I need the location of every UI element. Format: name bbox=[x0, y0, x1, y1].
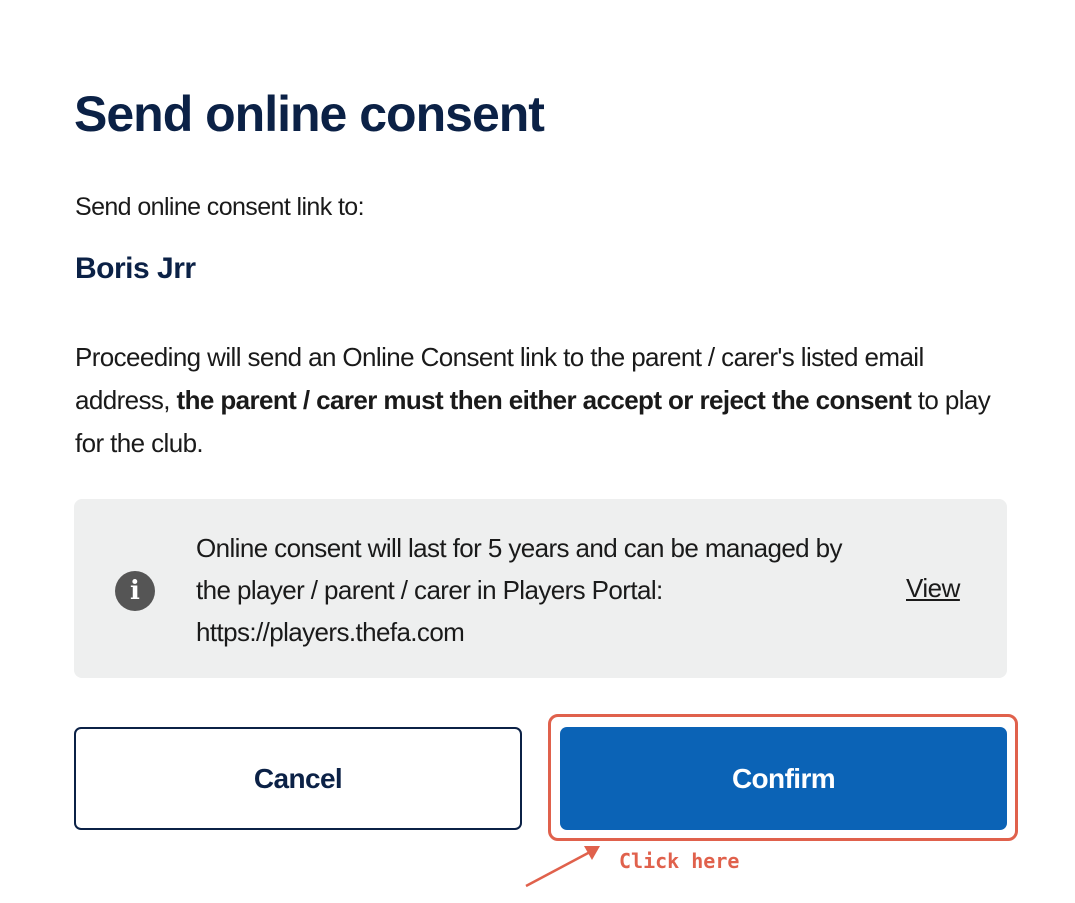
info-box: i Online consent will last for 5 years a… bbox=[74, 499, 1007, 678]
info-icon: i bbox=[115, 571, 155, 611]
recipient-name: Boris Jrr bbox=[75, 252, 196, 285]
annotation-text: Click here bbox=[619, 849, 740, 873]
description-text-bold: the parent / carer must then either acce… bbox=[176, 385, 912, 415]
info-text: Online consent will last for 5 years and… bbox=[196, 533, 843, 647]
annotation-highlight-box bbox=[548, 714, 1018, 841]
dialog-subtitle: Send online consent link to: bbox=[75, 193, 365, 221]
consent-description: Proceeding will send an Online Consent l… bbox=[75, 336, 1015, 465]
cancel-button[interactable]: Cancel bbox=[74, 727, 522, 830]
view-link[interactable]: View bbox=[906, 567, 960, 609]
annotation-arrow-icon bbox=[525, 846, 600, 888]
dialog-title: Send online consent bbox=[74, 86, 545, 142]
